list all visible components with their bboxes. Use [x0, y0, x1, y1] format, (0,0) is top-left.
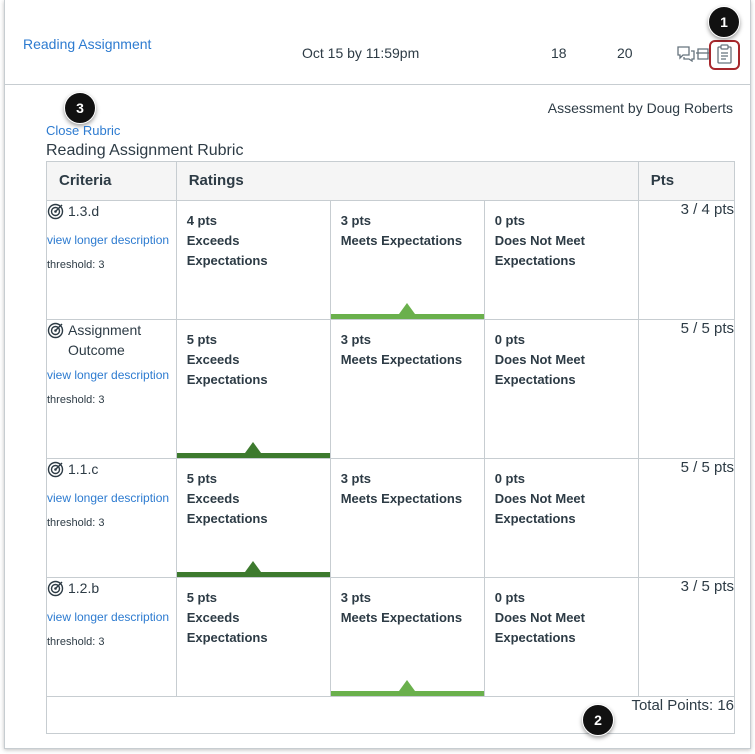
rating-cell[interactable]: 5 pts Exceeds Expectations — [175, 319, 331, 459]
rating-description: Does Not Meet Expectations — [494, 233, 585, 268]
rubric-row: 1.1.c view longer description threshold: 3… — [46, 458, 736, 578]
rating-description: Meets Expectations — [340, 491, 463, 506]
callout-2: 2 — [582, 704, 614, 736]
outcome-target-icon — [47, 320, 64, 344]
callout-1: 1 — [708, 6, 740, 38]
view-longer-description-link[interactable]: view longer description — [47, 366, 176, 384]
rating-description: Does Not Meet Expectations — [494, 610, 585, 645]
threshold-label: threshold: 3 — [47, 394, 105, 406]
rating-points: 5 pts — [186, 471, 218, 486]
threshold-label: threshold: 3 — [47, 636, 105, 648]
outcome-target-icon — [47, 459, 64, 483]
criteria-header: Criteria — [46, 161, 177, 201]
rating-cell[interactable]: 5 pts Exceeds Expectations — [175, 458, 331, 578]
rating-description: Meets Expectations — [340, 352, 463, 367]
comment-icon[interactable] — [677, 45, 695, 63]
rating-points: 3 pts — [340, 332, 372, 347]
rating-cell[interactable]: 0 pts Does Not Meet Expectations — [483, 200, 639, 320]
rating-points: 3 pts — [340, 471, 372, 486]
view-longer-description-link[interactable]: view longer description — [47, 231, 176, 249]
criterion-score: 3 / 5 pts — [637, 577, 736, 697]
criterion-name: 1.2.b — [68, 580, 100, 596]
rating-cell[interactable]: 0 pts Does Not Meet Expectations — [483, 577, 639, 697]
rubric-title: Reading Assignment Rubric — [46, 142, 244, 159]
assignment-row: Reading Assignment Oct 15 by 11:59pm 18 … — [5, 0, 750, 85]
pts-header: Pts — [637, 161, 736, 201]
selected-rating-marker — [245, 561, 262, 572]
rating-description: Exceeds Expectations — [186, 610, 268, 645]
criterion-name: 1.1.c — [68, 461, 99, 477]
rating-cell[interactable]: 3 pts Meets Expectations — [329, 319, 485, 459]
assignment-link[interactable]: Reading Assignment — [23, 36, 151, 52]
rating-cell[interactable]: 4 pts Exceeds Expectations — [175, 200, 331, 320]
outcome-target-icon — [47, 201, 64, 225]
view-longer-description-link[interactable]: view longer description — [47, 608, 176, 626]
criterion-cell: 1.3.d view longer description threshold: 3 — [46, 200, 177, 320]
callout-3: 3 — [64, 92, 96, 124]
rating-description: Exceeds Expectations — [186, 352, 268, 387]
rubric-row: 1.2.b view longer description threshold: 3… — [46, 577, 736, 697]
ratings-header: Ratings — [175, 161, 639, 201]
selected-rating-marker — [245, 442, 262, 453]
rating-points: 0 pts — [494, 590, 526, 605]
outcome-target-icon — [47, 578, 64, 602]
rating-points: 4 pts — [186, 213, 218, 228]
rating-cell[interactable]: 3 pts Meets Expectations — [329, 200, 485, 320]
rating-points: 0 pts — [494, 471, 526, 486]
rating-cell[interactable]: 3 pts Meets Expectations — [329, 577, 485, 697]
rating-description: Meets Expectations — [340, 610, 463, 625]
rubric-table: Criteria Ratings Pts 1.3.d view longer de… — [46, 161, 736, 734]
criterion-cell: 1.1.c view longer description threshold: 3 — [46, 458, 177, 578]
assignment-score: 18 — [551, 45, 567, 61]
selected-rating-marker — [399, 303, 416, 314]
due-date: Oct 15 by 11:59pm — [302, 45, 420, 61]
rubric-row: Assignment Outcome view longer descriptio… — [46, 319, 736, 459]
assessment-by: Assessment by Doug Roberts — [547, 100, 733, 116]
criterion-name: 1.3.d — [68, 203, 100, 219]
threshold-label: threshold: 3 — [47, 517, 105, 529]
rating-description: Meets Expectations — [340, 233, 463, 248]
criterion-cell: 1.2.b view longer description threshold: 3 — [46, 577, 177, 697]
assignment-out-of: 20 — [617, 45, 633, 61]
rating-description: Does Not Meet Expectations — [494, 352, 585, 387]
rating-cell[interactable]: 0 pts Does Not Meet Expectations — [483, 458, 639, 578]
rubric-icon — [717, 44, 732, 64]
selected-rating-bar — [330, 691, 484, 696]
selected-rating-bar — [330, 314, 484, 319]
rating-points: 3 pts — [340, 213, 372, 228]
rating-points: 5 pts — [186, 332, 218, 347]
rating-cell[interactable]: 0 pts Does Not Meet Expectations — [483, 319, 639, 459]
selected-rating-bar — [176, 572, 330, 577]
rating-description: Exceeds Expectations — [186, 491, 268, 526]
selected-rating-marker — [399, 680, 416, 691]
threshold-label: threshold: 3 — [47, 259, 105, 271]
criterion-score: 5 / 5 pts — [637, 319, 736, 459]
rating-points: 0 pts — [494, 213, 526, 228]
criterion-name: Assignment Outcome — [68, 322, 142, 358]
rating-description: Exceeds Expectations — [186, 233, 268, 268]
grades-panel: Reading Assignment Oct 15 by 11:59pm 18 … — [4, 0, 751, 749]
rating-cell[interactable]: 3 pts Meets Expectations — [329, 458, 485, 578]
total-points: Total Points: 16 — [46, 696, 735, 734]
muted-icon[interactable] — [696, 45, 710, 63]
rubric-row: 1.3.d view longer description threshold: 3… — [46, 200, 736, 320]
rating-points: 3 pts — [340, 590, 372, 605]
rubric-icon-button[interactable] — [709, 40, 740, 70]
rating-cell[interactable]: 5 pts Exceeds Expectations — [175, 577, 331, 697]
rating-description: Does Not Meet Expectations — [494, 491, 585, 526]
rating-points: 0 pts — [494, 332, 526, 347]
close-rubric-link[interactable]: Close Rubric — [46, 123, 120, 138]
criterion-score: 5 / 5 pts — [637, 458, 736, 578]
selected-rating-bar — [176, 453, 330, 458]
rating-points: 5 pts — [186, 590, 218, 605]
view-longer-description-link[interactable]: view longer description — [47, 489, 176, 507]
criterion-score: 3 / 4 pts — [637, 200, 736, 320]
criterion-cell: Assignment Outcome view longer descriptio… — [46, 319, 177, 459]
